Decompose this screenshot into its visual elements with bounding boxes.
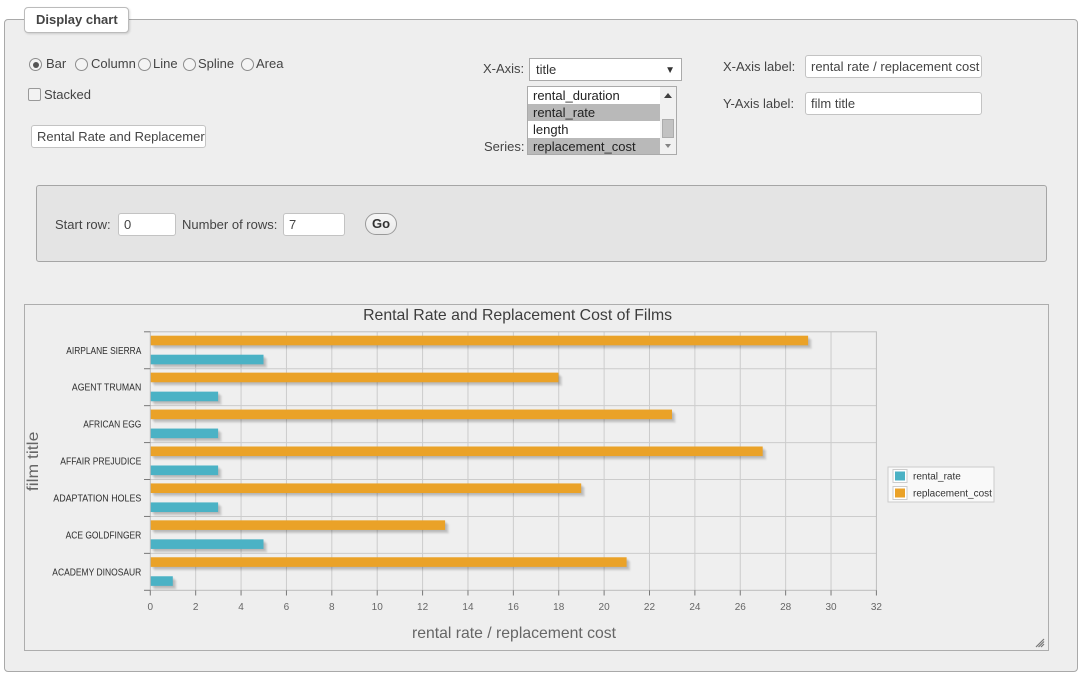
svg-text:20: 20 <box>599 602 611 613</box>
svg-text:18: 18 <box>553 602 565 613</box>
svg-text:AIRPLANE SIERRA: AIRPLANE SIERRA <box>66 346 141 357</box>
svg-text:2: 2 <box>193 602 199 613</box>
svg-text:24: 24 <box>689 602 701 613</box>
svg-text:16: 16 <box>508 602 520 613</box>
svg-text:26: 26 <box>735 602 747 613</box>
svg-text:14: 14 <box>462 602 474 613</box>
svg-text:film title: film title <box>25 432 42 492</box>
svg-text:ACE GOLDFINGER: ACE GOLDFINGER <box>66 530 142 541</box>
svg-text:replacement_cost: replacement_cost <box>913 489 992 500</box>
svg-text:AGENT TRUMAN: AGENT TRUMAN <box>72 383 141 394</box>
svg-text:8: 8 <box>329 602 335 613</box>
svg-text:ADAPTATION HOLES: ADAPTATION HOLES <box>53 494 141 505</box>
svg-text:4: 4 <box>238 602 244 613</box>
svg-text:12: 12 <box>417 602 429 613</box>
svg-text:rental_rate: rental_rate <box>913 472 961 483</box>
svg-text:10: 10 <box>372 602 384 613</box>
svg-text:6: 6 <box>284 602 290 613</box>
svg-text:32: 32 <box>871 602 883 613</box>
svg-text:30: 30 <box>825 602 837 613</box>
svg-text:AFFAIR PREJUDICE: AFFAIR PREJUDICE <box>60 457 141 468</box>
svg-text:ACADEMY DINOSAUR: ACADEMY DINOSAUR <box>52 567 141 578</box>
svg-text:AFRICAN EGG: AFRICAN EGG <box>83 420 141 431</box>
svg-text:28: 28 <box>780 602 792 613</box>
svg-text:0: 0 <box>148 602 154 613</box>
svg-text:22: 22 <box>644 602 656 613</box>
svg-text:Rental Rate and Replacement Co: Rental Rate and Replacement Cost of Film… <box>363 307 672 324</box>
svg-text:rental rate / replacement cost: rental rate / replacement cost <box>412 625 617 642</box>
